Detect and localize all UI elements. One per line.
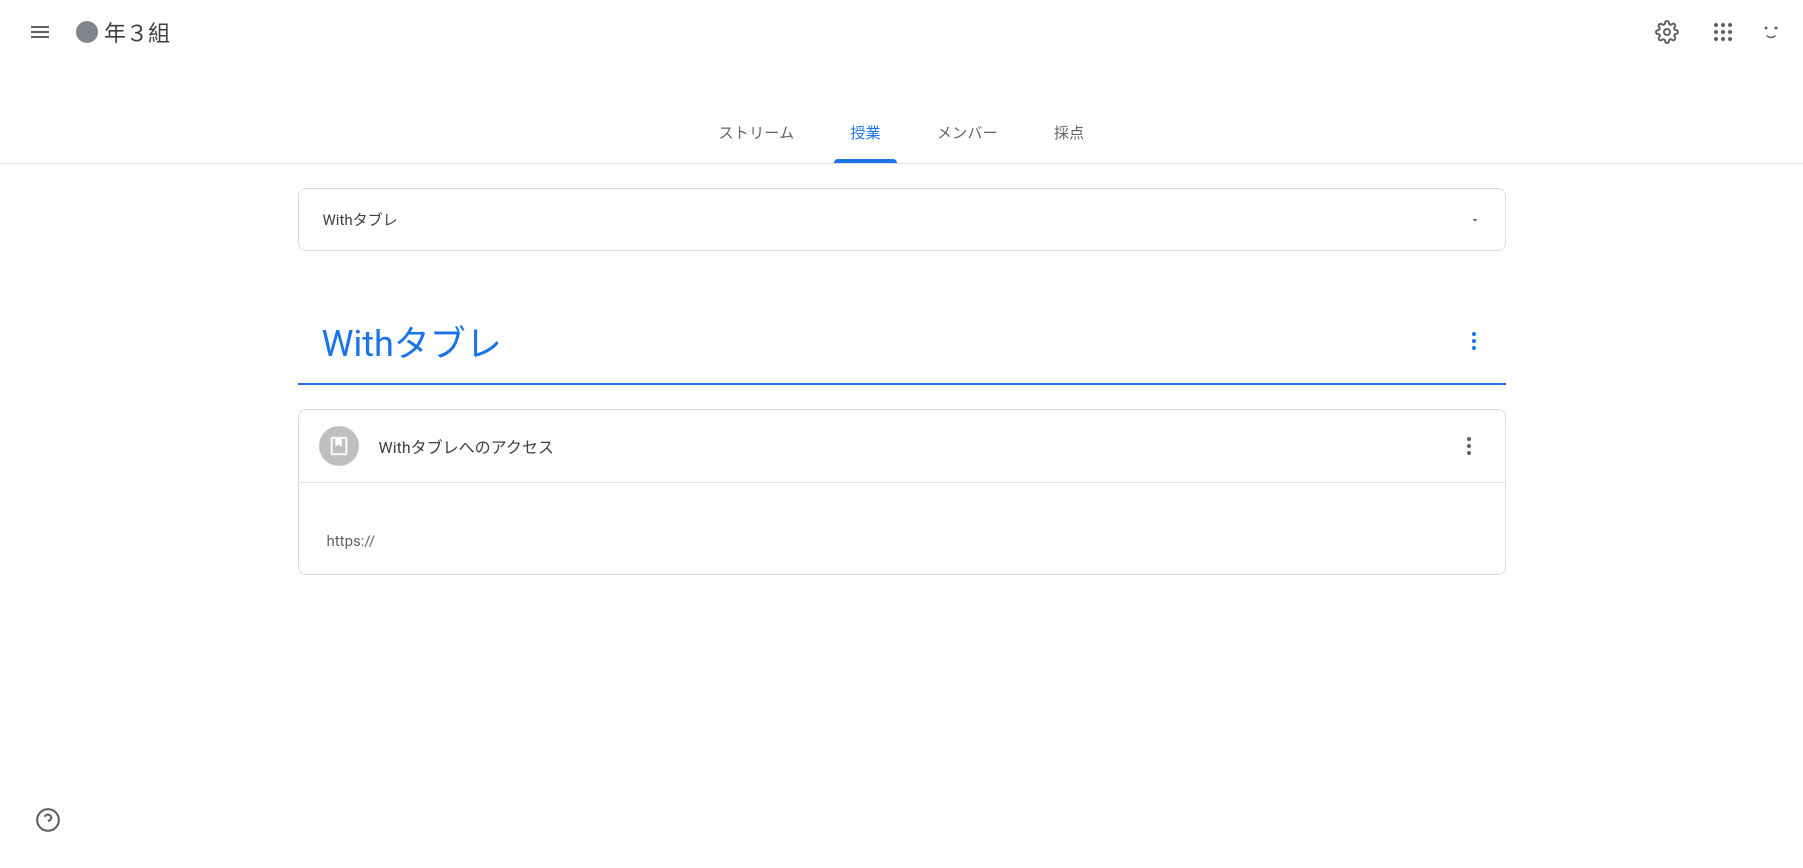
topic-dropdown[interactable]: Withタブレ (298, 188, 1506, 251)
tab-grades-label: 採点 (1054, 124, 1085, 142)
chevron-down-icon (1469, 214, 1481, 226)
more-vert-icon (1462, 329, 1486, 353)
google-apps-button[interactable] (1699, 8, 1747, 56)
material-body-text: https:// (327, 532, 376, 550)
tab-classwork-label: 授業 (850, 124, 881, 142)
nav-tabs: ストリーム 授業 メンバー 採点 (0, 64, 1803, 164)
bookmark-icon (328, 435, 350, 457)
class-dot-icon (76, 21, 98, 43)
face-icon (1755, 16, 1787, 48)
topic-title[interactable]: Withタブレ (322, 315, 502, 367)
header-right (1643, 8, 1787, 56)
topic-dropdown-label: Withタブレ (323, 209, 398, 230)
apps-grid-icon (1711, 20, 1735, 44)
topic-header: Withタブレ (298, 299, 1506, 385)
tab-stream-label: ストリーム (719, 124, 795, 142)
more-vert-icon (1457, 434, 1481, 458)
tab-stream[interactable]: ストリーム (695, 104, 819, 163)
material-card-body: https:// (299, 483, 1505, 574)
tab-people[interactable]: メンバー (913, 104, 1022, 163)
tab-classwork[interactable]: 授業 (826, 104, 905, 163)
gear-icon (1655, 20, 1679, 44)
topic-more-button[interactable] (1450, 317, 1498, 365)
material-type-icon-wrap (319, 426, 359, 466)
material-card-header[interactable]: Withタブレへのアクセス (299, 410, 1505, 483)
app-header: 年３組 (0, 0, 1803, 64)
material-card: Withタブレへのアクセス https:// (298, 409, 1506, 575)
settings-button[interactable] (1643, 8, 1691, 56)
material-card-header-left: Withタブレへのアクセス (319, 426, 554, 466)
tab-people-label: メンバー (937, 124, 998, 142)
header-left: 年３組 (16, 8, 170, 56)
class-title-text: 年３組 (104, 16, 170, 48)
account-avatar[interactable] (1755, 16, 1787, 48)
main-menu-button[interactable] (16, 8, 64, 56)
main-content: Withタブレ Withタブレ Withタブレへのアクセス (282, 164, 1522, 599)
class-title[interactable]: 年３組 (76, 16, 170, 48)
material-title: Withタブレへのアクセス (379, 434, 554, 458)
hamburger-icon (28, 20, 52, 44)
help-icon (35, 807, 61, 833)
material-more-button[interactable] (1449, 426, 1489, 466)
tab-grades[interactable]: 採点 (1030, 104, 1109, 163)
help-button[interactable] (24, 796, 72, 844)
